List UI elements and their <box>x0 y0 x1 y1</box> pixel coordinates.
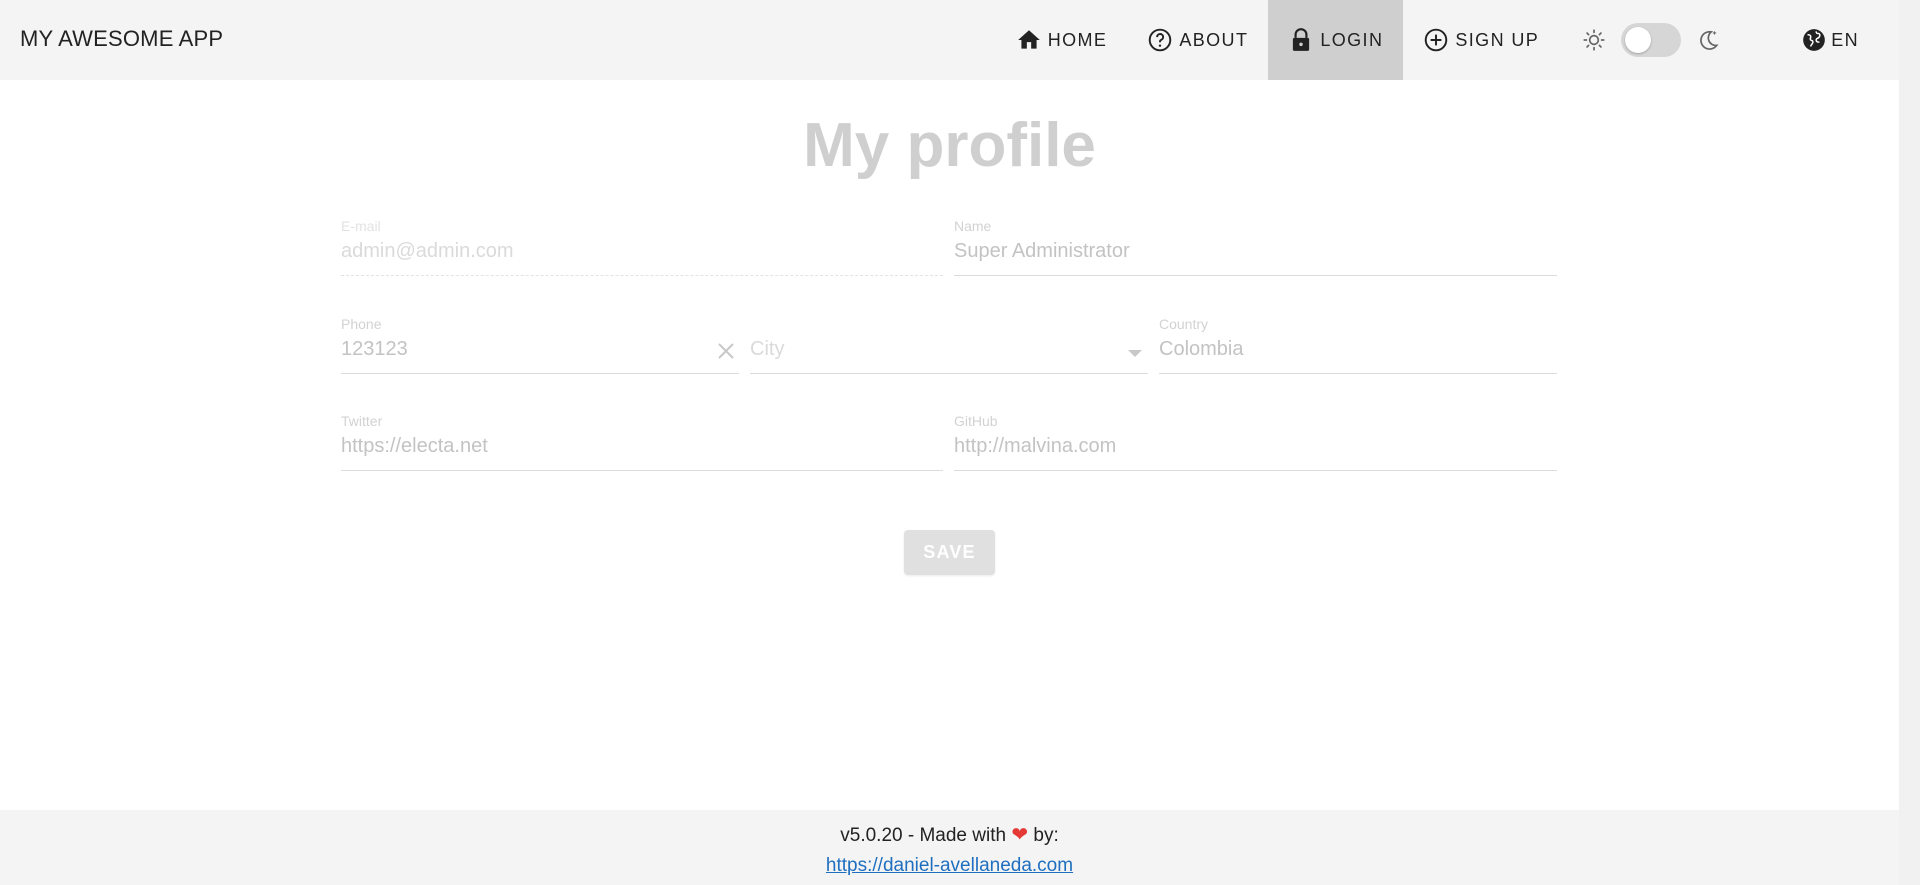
help-circle-icon <box>1149 28 1172 52</box>
country-label: Country <box>1159 316 1209 332</box>
country-field[interactable]: Country Colombia <box>1159 316 1557 374</box>
chevron-down-icon <box>1128 350 1142 357</box>
top-app-bar: MY AWESOME APP HOME ABOUT LOGIN SIGN UP … <box>0 0 1899 80</box>
phone-label: Phone <box>341 316 382 332</box>
nav-sign-up-label: SIGN UP <box>1455 29 1540 50</box>
globe-icon <box>1803 29 1826 51</box>
github-field[interactable]: GitHub http://malvina.com <box>954 413 1557 471</box>
city-select[interactable]: City <box>750 316 1148 374</box>
footer-text-before: v5.0.20 - Made with <box>840 825 1007 846</box>
app-title: MY AWESOME APP <box>20 26 224 51</box>
nav-about[interactable]: ABOUT <box>1127 0 1268 80</box>
email-value: admin@admin.com <box>341 240 514 262</box>
theme-switcher <box>1559 0 1751 80</box>
country-value: Colombia <box>1159 338 1244 360</box>
nav-login[interactable]: LOGIN <box>1268 0 1404 80</box>
nav-login-label: LOGIN <box>1320 29 1384 50</box>
moon-icon <box>1700 30 1719 50</box>
name-field[interactable]: Name Super Administrator <box>954 218 1557 276</box>
dark-mode-toggle[interactable] <box>1621 23 1682 57</box>
twitter-label: Twitter <box>341 413 383 429</box>
toggle-knob <box>1625 27 1652 53</box>
author-link[interactable]: https://daniel-avellaneda.com <box>826 855 1073 877</box>
github-value: http://malvina.com <box>954 435 1117 457</box>
city-placeholder: City <box>750 338 785 360</box>
twitter-value: https://electa.net <box>341 435 488 457</box>
nav-sign-up[interactable]: SIGN UP <box>1403 0 1559 80</box>
scrollbar[interactable] <box>1899 0 1920 885</box>
github-label: GitHub <box>954 413 998 429</box>
save-button[interactable]: SAVE <box>904 530 995 575</box>
lock-icon <box>1293 28 1310 51</box>
page-title: My profile <box>803 111 1096 180</box>
nav-home[interactable]: HOME <box>996 0 1128 80</box>
footer: v5.0.20 - Made with ❤ by: https://daniel… <box>0 810 1899 885</box>
language-label: EN <box>1831 29 1859 50</box>
email-field: E-mail admin@admin.com <box>341 218 943 276</box>
footer-credit: v5.0.20 - Made with ❤ by: <box>0 822 1899 847</box>
email-label: E-mail <box>341 218 381 234</box>
phone-value: 123123 <box>341 338 408 360</box>
nav-home-label: HOME <box>1047 29 1108 50</box>
language-selector[interactable]: EN <box>1751 0 1899 80</box>
page: MY AWESOME APP HOME ABOUT LOGIN SIGN UP … <box>0 0 1920 885</box>
nav-about-label: ABOUT <box>1179 29 1249 50</box>
heart-icon: ❤ <box>1011 824 1029 846</box>
name-value: Super Administrator <box>954 240 1130 262</box>
phone-field[interactable]: Phone 123123 <box>341 316 739 374</box>
home-icon <box>1017 30 1040 49</box>
main-nav: HOME ABOUT LOGIN SIGN UP EN <box>996 0 1899 80</box>
twitter-field[interactable]: Twitter https://electa.net <box>341 413 943 471</box>
sun-icon <box>1583 29 1605 51</box>
name-label: Name <box>954 218 992 234</box>
clear-icon[interactable] <box>713 338 739 364</box>
plus-circle-icon <box>1425 28 1448 52</box>
footer-text-after: by: <box>1033 825 1059 846</box>
